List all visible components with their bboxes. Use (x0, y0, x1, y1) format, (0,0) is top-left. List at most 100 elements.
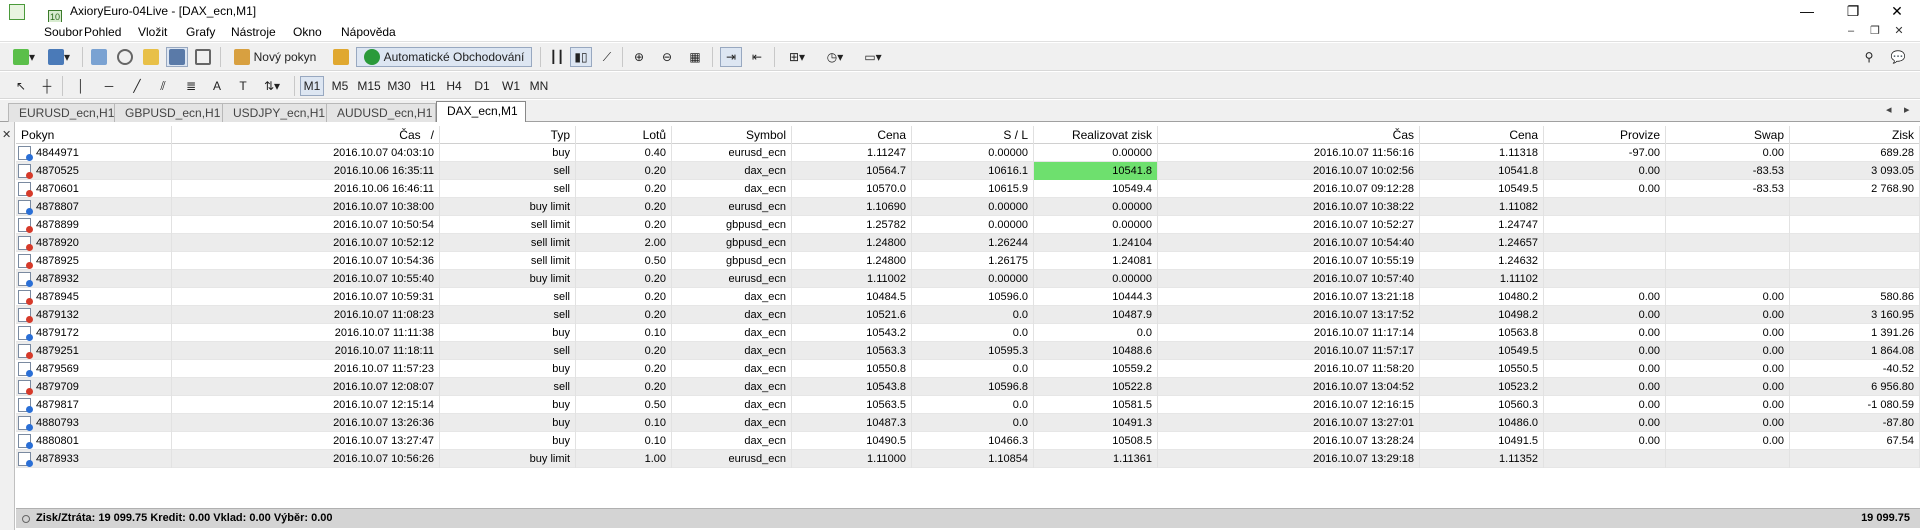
tester-icon[interactable] (192, 47, 214, 67)
cell-profit: 1 391.26 (1790, 324, 1920, 342)
table-row[interactable]: 4844971 2016.10.07 04:03:10 buy 0.40 eurusd_… (16, 144, 1920, 162)
text-label-icon[interactable]: T (232, 76, 254, 96)
minimize-icon[interactable]: — (1784, 0, 1830, 22)
col-type[interactable]: Typ (440, 126, 576, 144)
horizontal-line-icon[interactable]: ─ (98, 76, 120, 96)
table-row[interactable]: 4878932 2016.10.07 10:55:40 buy limit 0.20 e… (16, 270, 1920, 288)
timeframe-h4[interactable]: H4 (442, 76, 466, 96)
col-profit[interactable]: Zisk (1790, 126, 1920, 144)
col-symbol[interactable]: Symbol (672, 126, 792, 144)
col-sl[interactable]: S / L (912, 126, 1034, 144)
arrows-icon[interactable]: ⇅▾ (258, 76, 286, 96)
timeframe-m15[interactable]: M15 (354, 76, 384, 96)
timeframe-m5[interactable]: M5 (328, 76, 352, 96)
menu-item-insert[interactable]: Vložit (138, 25, 167, 39)
templates-icon[interactable]: ▭▾ (858, 47, 888, 67)
tab-dax[interactable]: DAX_ecn,M1 (436, 101, 526, 122)
terminal-close-icon[interactable]: ✕ (2, 128, 11, 141)
menu-item-help[interactable]: Nápověda (341, 25, 396, 39)
table-row[interactable]: 4879172 2016.10.07 11:11:38 buy 0.10 dax_ecn… (16, 324, 1920, 342)
tab-scroll-left-icon[interactable]: ◂ (1886, 103, 1892, 116)
tile-windows-icon[interactable]: ▦ (684, 47, 706, 67)
tab-usdjpy[interactable]: USDJPY_ecn,H1 (222, 103, 332, 122)
cell-time-close: 2016.10.07 13:29:18 (1158, 450, 1420, 468)
zoom-out-icon[interactable]: ⊖ (656, 47, 678, 67)
table-row[interactable]: 4880793 2016.10.07 13:26:36 buy 0.10 dax_ecn… (16, 414, 1920, 432)
metaeditor-icon[interactable] (330, 47, 352, 67)
col-swap[interactable]: Swap (1666, 126, 1790, 144)
market-watch-icon[interactable] (88, 47, 110, 67)
table-row[interactable]: 4879132 2016.10.07 11:08:23 sell 0.20 dax_ec… (16, 306, 1920, 324)
col-tp[interactable]: Realizovat zisk (1034, 126, 1158, 144)
candlestick-icon[interactable]: ▮▯ (570, 47, 592, 67)
channel-icon[interactable]: ⫽ (152, 76, 174, 96)
fibonacci-icon[interactable]: ≣ (180, 76, 202, 96)
timeframe-d1[interactable]: D1 (470, 76, 494, 96)
crosshair-icon[interactable]: ┼ (36, 76, 58, 96)
new-chart-icon[interactable]: ▾ (10, 47, 38, 67)
col-price-open[interactable]: Cena (792, 126, 912, 144)
tab-audusd[interactable]: AUDUSD_ecn,H1 (326, 103, 436, 122)
tab-scroll-right-icon[interactable]: ▸ (1904, 103, 1910, 116)
terminal-side-strip: ✕ (0, 122, 15, 530)
line-chart-icon[interactable]: ⟋ (596, 47, 618, 67)
periods-icon[interactable]: ◷▾ (820, 47, 850, 67)
table-row[interactable]: 4870525 2016.10.06 16:35:11 sell 0.20 dax_ec… (16, 162, 1920, 180)
buy-order-icon (18, 146, 33, 161)
cell-commission: 0.00 (1544, 432, 1666, 450)
chart-shift-icon[interactable]: ⇤ (746, 47, 768, 67)
timeframe-m1[interactable]: M1 (300, 76, 324, 96)
indicators-icon[interactable]: ⊞▾ (782, 47, 812, 67)
cell-sl: 10596.0 (912, 288, 1034, 306)
data-window-icon[interactable] (114, 47, 136, 67)
cursor-icon[interactable]: ↖ (10, 76, 32, 96)
maximize-icon[interactable]: ❐ (1830, 0, 1876, 22)
terminal-icon[interactable] (166, 47, 188, 67)
profiles-icon[interactable]: ▾ (44, 47, 74, 67)
auto-scroll-icon[interactable]: ⇥ (720, 47, 742, 67)
trendline-icon[interactable]: ╱ (126, 76, 148, 96)
table-row[interactable]: 4870601 2016.10.06 16:46:11 sell 0.20 dax_ec… (16, 180, 1920, 198)
menu-item-charts[interactable]: Grafy (186, 25, 215, 39)
zoom-in-icon[interactable]: ⊕ (628, 47, 650, 67)
vertical-line-icon[interactable]: │ (70, 76, 92, 96)
text-icon[interactable]: A (206, 76, 228, 96)
table-row[interactable]: 4878945 2016.10.07 10:59:31 sell 0.20 dax_ec… (16, 288, 1920, 306)
menu-item-tools[interactable]: Nástroje (231, 25, 276, 39)
child-close-icon[interactable]: ✕ (1888, 22, 1910, 42)
table-row[interactable]: 4878933 2016.10.07 10:56:26 buy limit 1.00 e… (16, 450, 1920, 468)
timeframe-m30[interactable]: M30 (384, 76, 414, 96)
navigator-icon[interactable] (140, 47, 162, 67)
timeframe-h1[interactable]: H1 (416, 76, 440, 96)
child-restore-icon[interactable]: ❐ (1864, 22, 1886, 42)
table-row[interactable]: 4879569 2016.10.07 11:57:23 buy 0.20 dax_ecn… (16, 360, 1920, 378)
timeframe-mn[interactable]: MN (526, 76, 552, 96)
tab-gbpusd[interactable]: GBPUSD_ecn,H1 (114, 103, 226, 122)
col-price-close[interactable]: Cena (1420, 126, 1544, 144)
table-row[interactable]: 4880801 2016.10.07 13:27:47 buy 0.10 dax_ecn… (16, 432, 1920, 450)
table-row[interactable]: 4879817 2016.10.07 12:15:14 buy 0.50 dax_ecn… (16, 396, 1920, 414)
chat-icon[interactable]: 💬 (1886, 47, 1910, 67)
col-commission[interactable]: Provize (1544, 126, 1666, 144)
col-time-open[interactable]: Čas / (172, 126, 440, 144)
menu-item-window[interactable]: Okno (293, 25, 322, 39)
timeframe-w1[interactable]: W1 (498, 76, 524, 96)
tab-eurusd[interactable]: EURUSD_ecn,H1 (8, 103, 120, 122)
col-time-close[interactable]: Čas (1158, 126, 1420, 144)
bar-chart-icon[interactable]: ┃┃ (546, 47, 568, 67)
table-row[interactable]: 4878807 2016.10.07 10:38:00 buy limit 0.20 e… (16, 198, 1920, 216)
close-icon[interactable]: ✕ (1874, 0, 1920, 22)
search-icon[interactable]: ⚲ (1858, 47, 1880, 67)
new-order-button[interactable]: Nový pokyn (226, 47, 324, 67)
col-order[interactable]: Pokyn (16, 126, 172, 144)
auto-trading-button[interactable]: Automatické Obchodování (356, 47, 532, 67)
table-row[interactable]: 4878925 2016.10.07 10:54:36 sell limit 0.50… (16, 252, 1920, 270)
menu-item-file[interactable]: Soubor (44, 25, 83, 39)
table-row[interactable]: 4879709 2016.10.07 12:08:07 sell 0.20 dax_ec… (16, 378, 1920, 396)
table-row[interactable]: 4879251 2016.10.07 11:18:11 sell 0.20 dax_ec… (16, 342, 1920, 360)
menu-item-view[interactable]: Pohled (84, 25, 121, 39)
child-minimize-icon[interactable]: – (1840, 22, 1862, 42)
table-row[interactable]: 4878920 2016.10.07 10:52:12 sell limit 2.00… (16, 234, 1920, 252)
col-lots[interactable]: Lotů (576, 126, 672, 144)
table-row[interactable]: 4878899 2016.10.07 10:50:54 sell limit 0.20… (16, 216, 1920, 234)
